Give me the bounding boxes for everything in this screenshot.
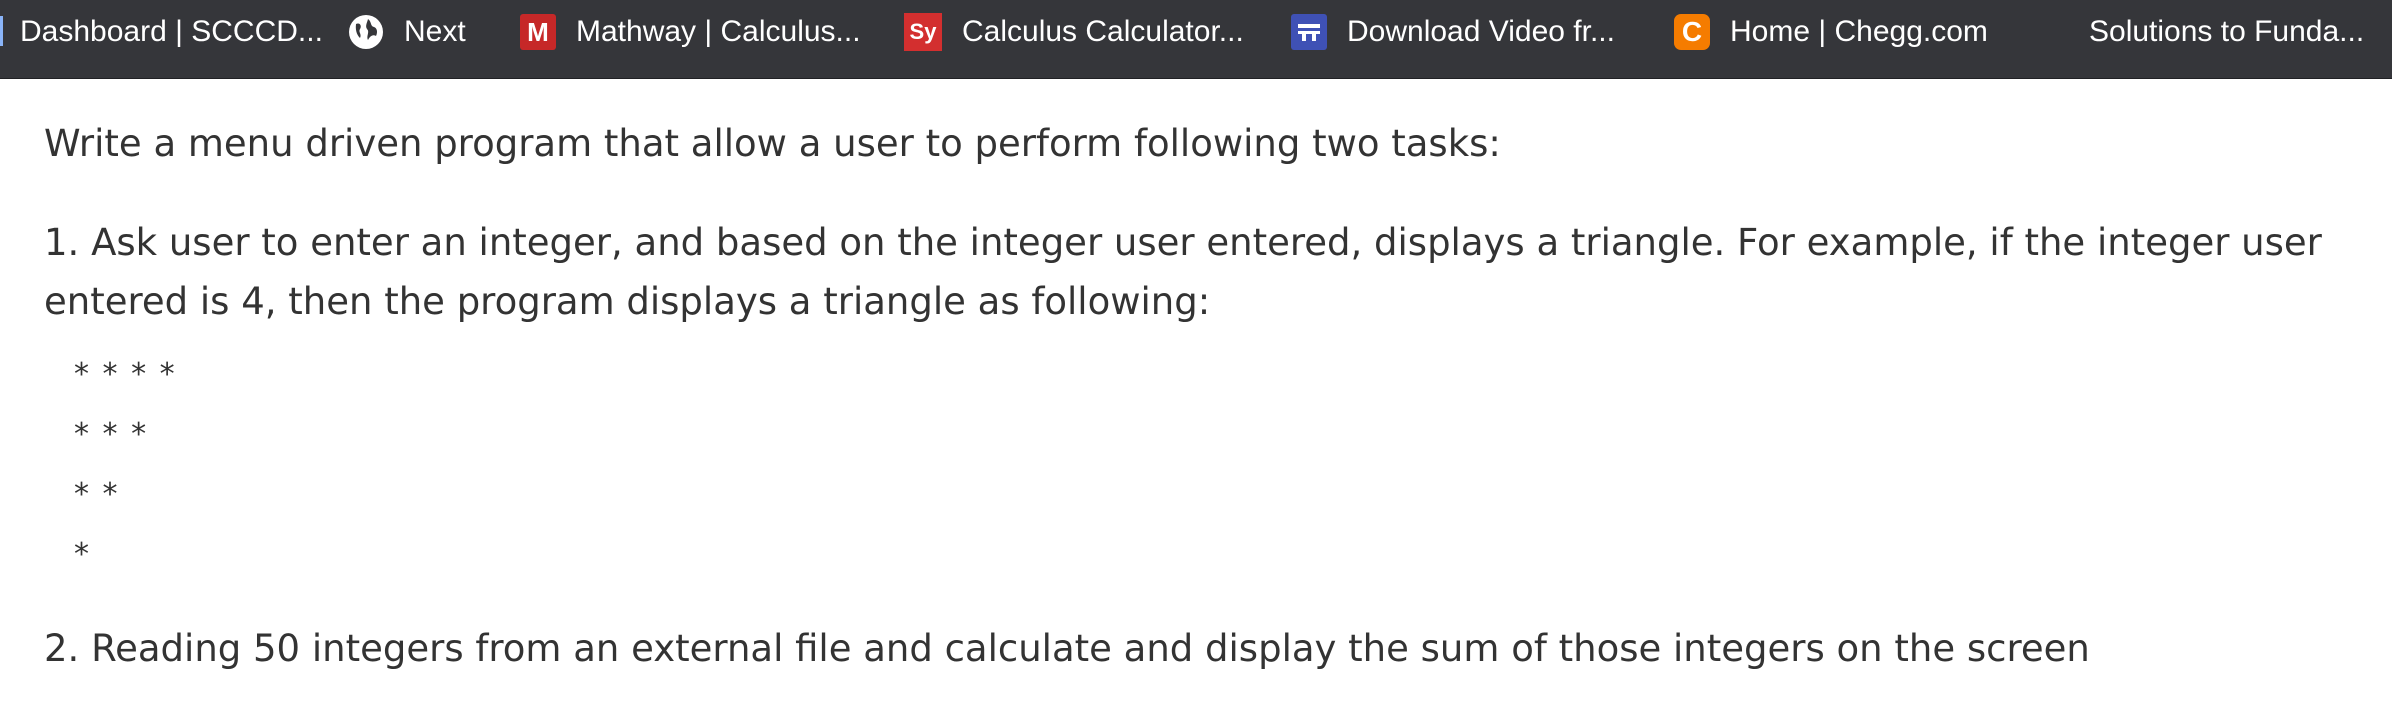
- triangle-row: * * * *: [74, 357, 177, 392]
- bookmark-next[interactable]: Next: [348, 0, 466, 64]
- symbolab-logo-icon: Sy: [904, 13, 942, 51]
- task-1-text: 1. Ask user to enter an integer, and bas…: [44, 221, 2322, 323]
- bookmark-dashboard[interactable]: Dashboard | SCCCD...: [20, 0, 323, 64]
- bookmark-chegg[interactable]: C Home | Chegg.com: [1674, 0, 1988, 64]
- task-2-text: 2. Reading 50 integers from an external …: [44, 627, 2090, 670]
- triangle-row: *: [74, 537, 91, 572]
- bookmark-label: Solutions to Funda...: [2089, 15, 2365, 48]
- triangle-row: * * *: [74, 417, 149, 452]
- bookmark-label: Download Video fr...: [1347, 15, 1615, 48]
- bookmark-download-video[interactable]: Download Video fr...: [1291, 0, 1615, 64]
- triangle-row: * *: [74, 477, 120, 512]
- bookmark-label: Home | Chegg.com: [1730, 15, 1988, 48]
- chegg-logo-icon: C: [1674, 14, 1710, 50]
- download-site-icon: [1291, 14, 1327, 50]
- bookmark-label: Calculus Calculator...: [962, 15, 1244, 48]
- bookmark-symbolab[interactable]: Sy Calculus Calculator...: [904, 0, 1244, 64]
- bookmark-label: Mathway | Calculus...: [576, 15, 861, 48]
- bookmark-label: Next: [404, 15, 466, 48]
- globe-icon: [348, 14, 384, 50]
- question-intro: Write a menu driven program that allow a…: [44, 122, 1501, 165]
- bar-edge-indicator: [0, 16, 3, 46]
- mathway-logo-icon: M: [520, 14, 556, 50]
- bookmark-mathway[interactable]: M Mathway | Calculus...: [520, 0, 861, 64]
- bookmarks-bar: Dashboard | SCCCD... Next M Mathway | Ca…: [0, 0, 2392, 79]
- bookmark-label: Dashboard | SCCCD...: [20, 15, 323, 48]
- bookmark-solutions[interactable]: Solutions to Funda...: [2089, 0, 2364, 64]
